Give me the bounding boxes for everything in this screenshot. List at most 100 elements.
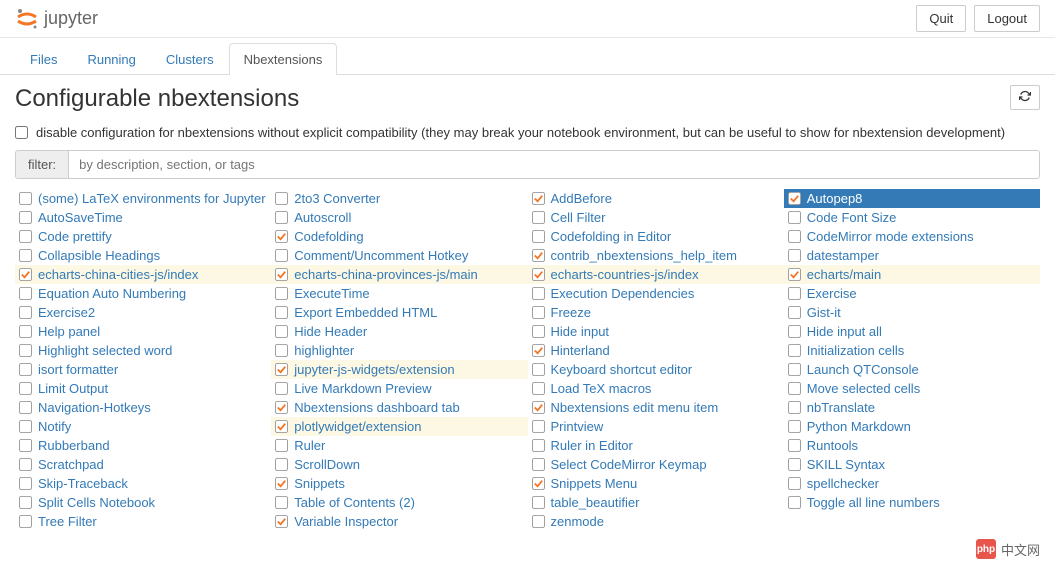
- unchecked-icon[interactable]: [788, 382, 801, 395]
- extension-item[interactable]: Help panel: [15, 322, 271, 341]
- extension-item[interactable]: Comment/Uncomment Hotkey: [271, 246, 527, 265]
- unchecked-icon[interactable]: [532, 515, 545, 528]
- extension-item[interactable]: echarts/main: [784, 265, 1040, 284]
- extension-link[interactable]: Hide Header: [294, 324, 367, 339]
- extension-link[interactable]: Freeze: [551, 305, 591, 320]
- extension-link[interactable]: Scratchpad: [38, 457, 104, 472]
- extension-item[interactable]: Autoscroll: [271, 208, 527, 227]
- extension-link[interactable]: Variable Inspector: [294, 514, 398, 529]
- unchecked-icon[interactable]: [788, 249, 801, 262]
- extension-link[interactable]: Printview: [551, 419, 604, 434]
- unchecked-icon[interactable]: [788, 420, 801, 433]
- extension-link[interactable]: Code Font Size: [807, 210, 897, 225]
- extension-item[interactable]: highlighter: [271, 341, 527, 360]
- extension-link[interactable]: Table of Contents (2): [294, 495, 415, 510]
- quit-button[interactable]: Quit: [916, 5, 966, 32]
- extension-item[interactable]: Exercise2: [15, 303, 271, 322]
- extension-link[interactable]: Move selected cells: [807, 381, 920, 396]
- unchecked-icon[interactable]: [275, 325, 288, 338]
- unchecked-icon[interactable]: [788, 458, 801, 471]
- extension-link[interactable]: datestamper: [807, 248, 879, 263]
- extension-link[interactable]: AddBefore: [551, 191, 612, 206]
- extension-item[interactable]: spellchecker: [784, 474, 1040, 493]
- extension-link[interactable]: Live Markdown Preview: [294, 381, 431, 396]
- unchecked-icon[interactable]: [532, 230, 545, 243]
- checked-icon[interactable]: [275, 363, 288, 376]
- extension-link[interactable]: (some) LaTeX environments for Jupyter: [38, 191, 266, 206]
- checked-icon[interactable]: [788, 268, 801, 281]
- checked-icon[interactable]: [275, 230, 288, 243]
- unchecked-icon[interactable]: [19, 401, 32, 414]
- extension-item[interactable]: Load TeX macros: [528, 379, 784, 398]
- extension-link[interactable]: Ruler in Editor: [551, 438, 633, 453]
- extension-item[interactable]: AddBefore: [528, 189, 784, 208]
- unchecked-icon[interactable]: [19, 325, 32, 338]
- extension-item[interactable]: Ruler in Editor: [528, 436, 784, 455]
- extension-item[interactable]: Python Markdown: [784, 417, 1040, 436]
- extension-link[interactable]: zenmode: [551, 514, 604, 529]
- extension-link[interactable]: Launch QTConsole: [807, 362, 919, 377]
- extension-item[interactable]: 2to3 Converter: [271, 189, 527, 208]
- logout-button[interactable]: Logout: [974, 5, 1040, 32]
- extension-link[interactable]: Help panel: [38, 324, 100, 339]
- extension-item[interactable]: Equation Auto Numbering: [15, 284, 271, 303]
- unchecked-icon[interactable]: [19, 477, 32, 490]
- checked-icon[interactable]: [19, 268, 32, 281]
- unchecked-icon[interactable]: [19, 420, 32, 433]
- extension-item[interactable]: nbTranslate: [784, 398, 1040, 417]
- extension-item[interactable]: Skip-Traceback: [15, 474, 271, 493]
- unchecked-icon[interactable]: [532, 458, 545, 471]
- extension-item[interactable]: Gist-it: [784, 303, 1040, 322]
- unchecked-icon[interactable]: [19, 363, 32, 376]
- unchecked-icon[interactable]: [275, 458, 288, 471]
- unchecked-icon[interactable]: [275, 382, 288, 395]
- unchecked-icon[interactable]: [19, 439, 32, 452]
- extension-link[interactable]: jupyter-js-widgets/extension: [294, 362, 454, 377]
- extension-link[interactable]: nbTranslate: [807, 400, 875, 415]
- checked-icon[interactable]: [532, 249, 545, 262]
- checked-icon[interactable]: [532, 477, 545, 490]
- extension-link[interactable]: Execution Dependencies: [551, 286, 695, 301]
- extension-link[interactable]: Toggle all line numbers: [807, 495, 940, 510]
- extension-link[interactable]: Autoscroll: [294, 210, 351, 225]
- extension-item[interactable]: Move selected cells: [784, 379, 1040, 398]
- extension-item[interactable]: SKILL Syntax: [784, 455, 1040, 474]
- unchecked-icon[interactable]: [788, 230, 801, 243]
- extension-item[interactable]: Hide input: [528, 322, 784, 341]
- extension-item[interactable]: echarts-china-cities-js/index: [15, 265, 271, 284]
- extension-link[interactable]: Comment/Uncomment Hotkey: [294, 248, 468, 263]
- extension-link[interactable]: Exercise: [807, 286, 857, 301]
- checked-icon[interactable]: [275, 477, 288, 490]
- unchecked-icon[interactable]: [532, 211, 545, 224]
- extension-item[interactable]: Snippets Menu: [528, 474, 784, 493]
- checked-icon[interactable]: [532, 192, 545, 205]
- unchecked-icon[interactable]: [788, 325, 801, 338]
- extension-item[interactable]: Nbextensions edit menu item: [528, 398, 784, 417]
- extension-item[interactable]: Code prettify: [15, 227, 271, 246]
- unchecked-icon[interactable]: [19, 192, 32, 205]
- extension-link[interactable]: Hide input all: [807, 324, 882, 339]
- unchecked-icon[interactable]: [532, 382, 545, 395]
- disable-config-checkbox[interactable]: [15, 126, 28, 139]
- extension-item[interactable]: Code Font Size: [784, 208, 1040, 227]
- unchecked-icon[interactable]: [275, 249, 288, 262]
- disable-config-row[interactable]: disable configuration for nbextensions w…: [15, 125, 1040, 140]
- unchecked-icon[interactable]: [788, 477, 801, 490]
- extension-link[interactable]: Exercise2: [38, 305, 95, 320]
- extension-item[interactable]: Nbextensions dashboard tab: [271, 398, 527, 417]
- unchecked-icon[interactable]: [275, 496, 288, 509]
- unchecked-icon[interactable]: [788, 344, 801, 357]
- extension-link[interactable]: contrib_nbextensions_help_item: [551, 248, 737, 263]
- unchecked-icon[interactable]: [532, 287, 545, 300]
- extension-link[interactable]: plotlywidget/extension: [294, 419, 421, 434]
- extension-link[interactable]: Highlight selected word: [38, 343, 172, 358]
- extension-link[interactable]: highlighter: [294, 343, 354, 358]
- checked-icon[interactable]: [532, 344, 545, 357]
- unchecked-icon[interactable]: [19, 230, 32, 243]
- extension-item[interactable]: echarts-countries-js/index: [528, 265, 784, 284]
- extension-link[interactable]: echarts/main: [807, 267, 881, 282]
- unchecked-icon[interactable]: [532, 439, 545, 452]
- extension-item[interactable]: echarts-china-provinces-js/main: [271, 265, 527, 284]
- extension-link[interactable]: Keyboard shortcut editor: [551, 362, 693, 377]
- extension-item[interactable]: Navigation-Hotkeys: [15, 398, 271, 417]
